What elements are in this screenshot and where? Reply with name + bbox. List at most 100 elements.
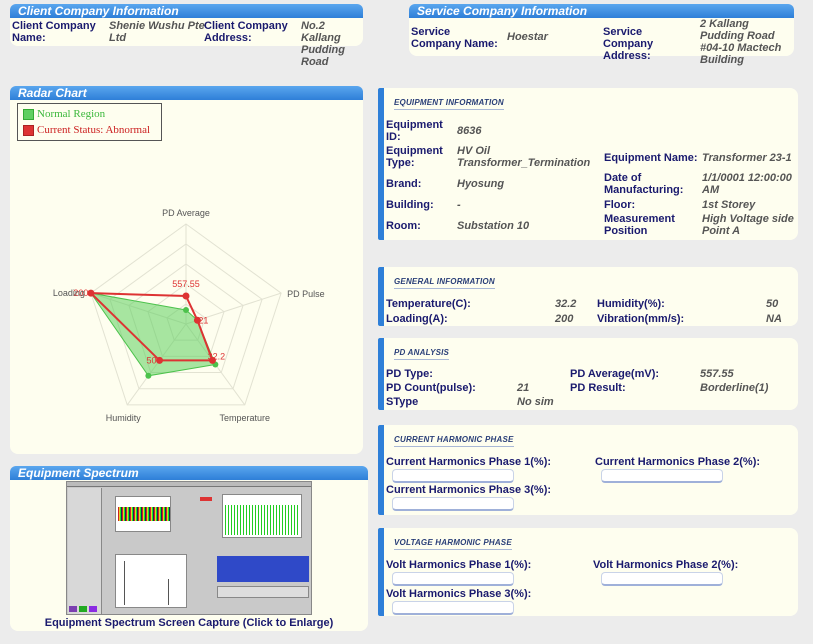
radar-axis-label: Humidity [106,413,142,423]
voltage-harmonic-section-bar [378,528,384,616]
voltage-harmonic-panel: VOLTAGE HARMONIC PHASE Volt Harmonics Ph… [378,528,798,616]
thumb-red-marker [200,497,212,501]
general-info-title: GENERAL INFORMATION [394,277,495,289]
current-harmonic-section-bar [378,425,384,515]
equipment-name-label: Equipment Name: [604,152,698,164]
current-status-point [87,289,95,297]
thumb-violet-swatch [89,606,97,612]
thumb-green-spectrum [225,505,299,535]
pd-result-label: PD Result: [570,382,626,394]
thumb-blue-panel [217,556,309,582]
current-harmonic-p3-label: Current Harmonics Phase 3(%): [386,484,552,496]
client-name-label: Client Company Name: [12,20,96,44]
equipment-id-label: Equipment ID: [386,119,443,143]
thumb-noise-band [118,507,170,521]
floor-value: 1st Storey [702,199,756,211]
pd-result-value: Borderline(1) [700,382,769,394]
pd-average-label: PD Average(mV): [570,368,660,380]
current-harmonic-p1-field [392,469,514,483]
equipment-id-value: 8636 [457,125,482,137]
current-harmonic-p1-label: Current Harmonics Phase 1(%): [386,456,552,468]
current-harmonic-p3-field [392,497,514,511]
voltage-harmonic-p2-label: Volt Harmonics Phase 2(%): [593,559,739,571]
voltage-harmonic-p2-field [601,572,723,586]
thumb-left-controls [68,488,102,614]
voltage-harmonic-p3-label: Volt Harmonics Phase 3(%): [386,588,532,600]
service-company-header: Service Company Information [409,4,794,18]
humidity-value: 50 [766,298,779,310]
radar-chart: 557.552132.250200PD AveragePD PulseTempe… [53,208,325,423]
loading-value: 200 [555,313,574,325]
current-harmonic-panel: CURRENT HARMONIC PHASE Current Harmonics… [378,425,798,515]
current-harmonic-p2-field [601,469,723,483]
radar-data-label: 21 [198,315,208,325]
service-name-value: Hoestar [507,31,548,43]
client-address-label: Client Company Address: [204,20,288,44]
thumb-green-swatch [79,606,87,612]
client-name-value: Shenie Wushu Pte Ltd [109,20,205,44]
service-address-value: 2 Kallang Pudding Road #04-10 Mactech Bu… [700,18,782,66]
current-status-point [182,292,190,300]
vibration-value: NA [766,313,782,325]
voltage-harmonic-p1-label: Volt Harmonics Phase 1(%): [386,559,532,571]
general-info-panel: GENERAL INFORMATION Temperature(C): 32.2… [378,267,798,326]
voltage-harmonic-title: VOLTAGE HARMONIC PHASE [394,538,512,550]
spectrum-panel: Equipment Spectrum Equipment Spectrum Sc… [10,466,368,631]
radar-axis-label: PD Average [162,208,210,218]
stype-label: SType [386,396,419,408]
voltage-harmonic-p1-field [392,572,514,586]
thumb-spike-2 [168,579,169,605]
floor-label: Floor: [604,199,636,211]
current-harmonic-title: CURRENT HARMONIC PHASE [394,435,514,447]
brand-label: Brand: [386,178,422,190]
manufacturing-date-value: 1/1/0001 12:00:00 AM [702,172,792,196]
client-company-panel: Client Company Information Client Compan… [10,4,363,68]
brand-value: Hyosung [457,178,505,190]
building-value: - [457,199,461,211]
temperature-label: Temperature(C): [386,298,471,310]
temperature-value: 32.2 [555,298,577,310]
current-status-point [156,356,164,364]
equipment-type-value: HV Oil Transformer_Termination [457,145,591,169]
stype-value: No sim [517,396,554,408]
measurement-position-value: High Voltage side Point A [702,213,794,237]
spectrum-header: Equipment Spectrum [10,466,368,480]
loading-label: Loading(A): [386,313,448,325]
pd-section-bar [378,338,384,410]
radar-axis-label: Temperature [220,413,271,423]
radar-chart-panel: Radar Chart Normal Region Current Status… [10,86,363,454]
pd-analysis-title: PD ANALYSIS [394,348,450,360]
thumb-spike-1 [124,561,125,605]
spectrum-thumbnail[interactable] [66,481,312,615]
pd-count-value: 21 [517,382,530,394]
equipment-type-label: Equipment Type: [386,145,443,169]
service-name-label: Service Company Name: [411,26,498,50]
thumb-plot-bottom [115,554,187,608]
thumb-plot-top-left [115,496,171,532]
client-address-value: No.2 Kallang Pudding Road [301,20,345,68]
room-value: Substation 10 [457,220,530,232]
equipment-info-title: EQUIPMENT INFORMATION [394,98,504,110]
radar-data-label: 557.55 [172,279,200,289]
client-company-header: Client Company Information [10,4,363,18]
pd-count-label: PD Count(pulse): [386,382,476,394]
spectrum-caption[interactable]: Equipment Spectrum Screen Capture (Click… [10,617,368,629]
service-company-panel: Service Company Information Service Comp… [409,4,794,66]
current-harmonic-p2-label: Current Harmonics Phase 2(%): [595,456,761,468]
radar-axis-label: PD Pulse [287,289,325,299]
service-address-label: Service Company Address: [603,26,654,62]
general-section-bar [378,267,384,326]
humidity-label: Humidity(%): [597,298,665,310]
room-label: Room: [386,220,421,232]
pd-type-label: PD Type: [386,368,433,380]
radar-data-label: 32.2 [208,351,226,361]
normal-region-point [183,307,189,313]
building-label: Building: [386,199,434,211]
thumb-bottom-bar [217,586,309,598]
vibration-label: Vibration(mm/s): [597,313,685,325]
radar-data-label: 50 [147,355,157,365]
pd-analysis-panel: PD ANALYSIS PD Type: PD Average(mV): 557… [378,338,798,410]
manufacturing-date-label: Date of Manufacturing: [604,172,684,196]
equipment-name-value: Transformer 23-1 [702,152,792,164]
thumb-purple-swatch [69,606,77,612]
